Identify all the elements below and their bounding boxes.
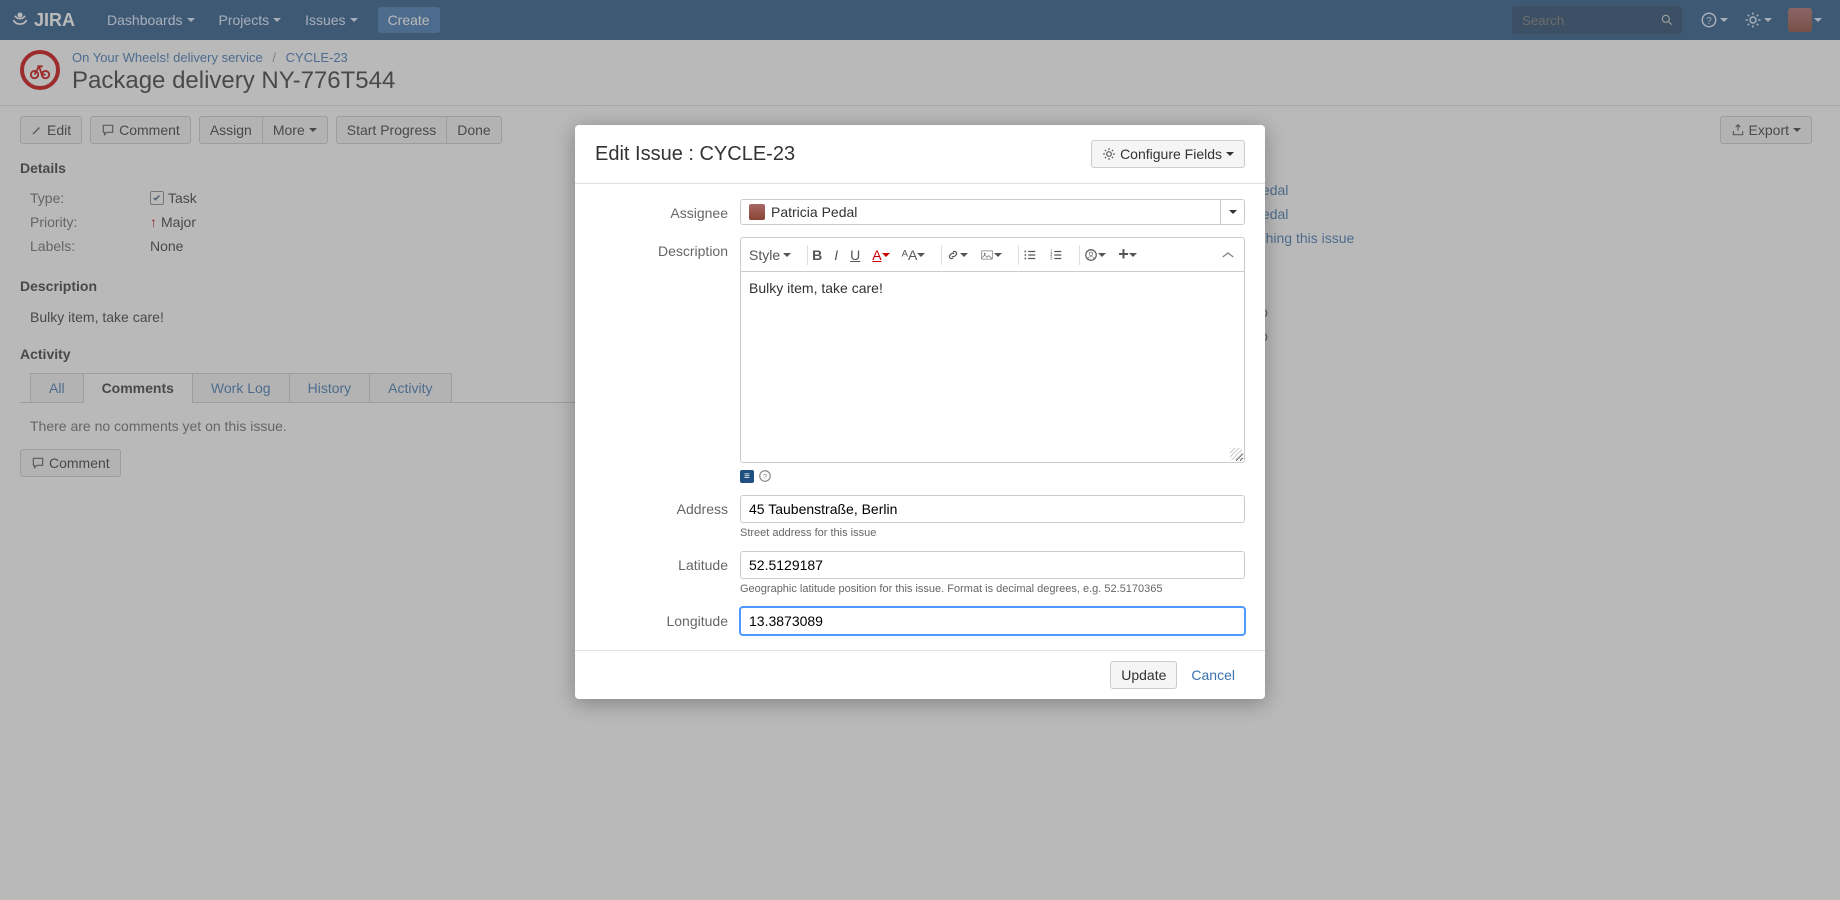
underline-button[interactable]: U (850, 247, 860, 263)
caret-down-icon (960, 253, 968, 257)
clear-format-button[interactable]: ᴬA (902, 247, 926, 263)
configure-fields-button[interactable]: Configure Fields (1091, 140, 1245, 168)
insert-more-button[interactable]: + (1118, 244, 1137, 265)
style-label: Style (749, 247, 780, 263)
bold-button[interactable]: B (812, 247, 822, 263)
latitude-help: Geographic latitude position for this is… (740, 583, 1245, 595)
gear-icon (1102, 147, 1116, 161)
number-list-icon: 123 (1049, 248, 1063, 262)
dialog-footer: Update Cancel (575, 650, 1265, 699)
help-icon[interactable]: ? (758, 469, 772, 483)
assignee-value: Patricia Pedal (771, 204, 857, 220)
wiki-markup-icon[interactable]: ≡ (740, 470, 754, 483)
mention-icon (1084, 248, 1098, 262)
description-label: Description (595, 237, 740, 483)
address-help: Street address for this issue (740, 527, 1245, 539)
toolbar-sep (1079, 245, 1080, 265)
caret-down-icon (994, 253, 1002, 257)
caret-down-icon (1129, 253, 1137, 257)
description-editor: Style B I U A ᴬA 123 (740, 237, 1245, 463)
assignee-dropdown-toggle[interactable] (1221, 199, 1245, 225)
text-color-button[interactable]: A (872, 247, 889, 263)
collapse-toolbar-button[interactable] (1220, 250, 1236, 260)
style-dropdown[interactable]: Style (749, 247, 791, 263)
latitude-input[interactable] (740, 551, 1245, 579)
caret-down-icon (1229, 210, 1237, 214)
modal-overlay[interactable]: Edit Issue : CYCLE-23 Configure Fields A… (0, 0, 1840, 900)
image-button[interactable] (980, 248, 1002, 262)
italic-button[interactable]: I (834, 247, 838, 263)
toolbar-sep (1018, 245, 1019, 265)
svg-text:?: ? (763, 472, 767, 481)
bullet-list-button[interactable] (1023, 248, 1037, 262)
description-text: Bulky item, take care! (749, 280, 883, 296)
bullet-list-icon (1023, 248, 1037, 262)
link-button[interactable] (946, 248, 968, 262)
configure-fields-label: Configure Fields (1120, 146, 1222, 162)
update-button[interactable]: Update (1110, 661, 1177, 689)
longitude-input[interactable] (740, 607, 1245, 635)
image-icon (980, 248, 994, 262)
editor-toolbar: Style B I U A ᴬA 123 (741, 238, 1244, 272)
link-icon (946, 248, 960, 262)
svg-text:3: 3 (1050, 255, 1053, 260)
number-list-button[interactable]: 123 (1049, 248, 1063, 262)
avatar-icon (749, 204, 765, 220)
latitude-label: Latitude (595, 551, 740, 595)
editor-hints: ≡ ? (740, 469, 1245, 483)
collapse-icon (1220, 250, 1236, 260)
caret-down-icon (1226, 152, 1234, 156)
toolbar-sep (807, 245, 808, 265)
dialog-header: Edit Issue : CYCLE-23 Configure Fields (575, 125, 1265, 184)
dialog-body: Assignee Patricia Pedal Description Styl… (575, 184, 1265, 650)
assignee-label: Assignee (595, 199, 740, 225)
resize-handle[interactable] (1230, 448, 1242, 460)
dialog-title: Edit Issue : CYCLE-23 (595, 143, 795, 166)
caret-down-icon (1098, 253, 1106, 257)
toolbar-sep (941, 245, 942, 265)
edit-issue-dialog: Edit Issue : CYCLE-23 Configure Fields A… (575, 125, 1265, 699)
caret-down-icon (882, 253, 890, 257)
assignee-select[interactable]: Patricia Pedal (740, 199, 1245, 225)
caret-down-icon (917, 253, 925, 257)
cancel-link[interactable]: Cancel (1181, 661, 1245, 689)
mention-button[interactable] (1084, 248, 1106, 262)
longitude-label: Longitude (595, 607, 740, 635)
caret-down-icon (783, 253, 791, 257)
address-input[interactable] (740, 495, 1245, 523)
address-label: Address (595, 495, 740, 539)
description-textarea[interactable]: Bulky item, take care! (741, 272, 1244, 462)
